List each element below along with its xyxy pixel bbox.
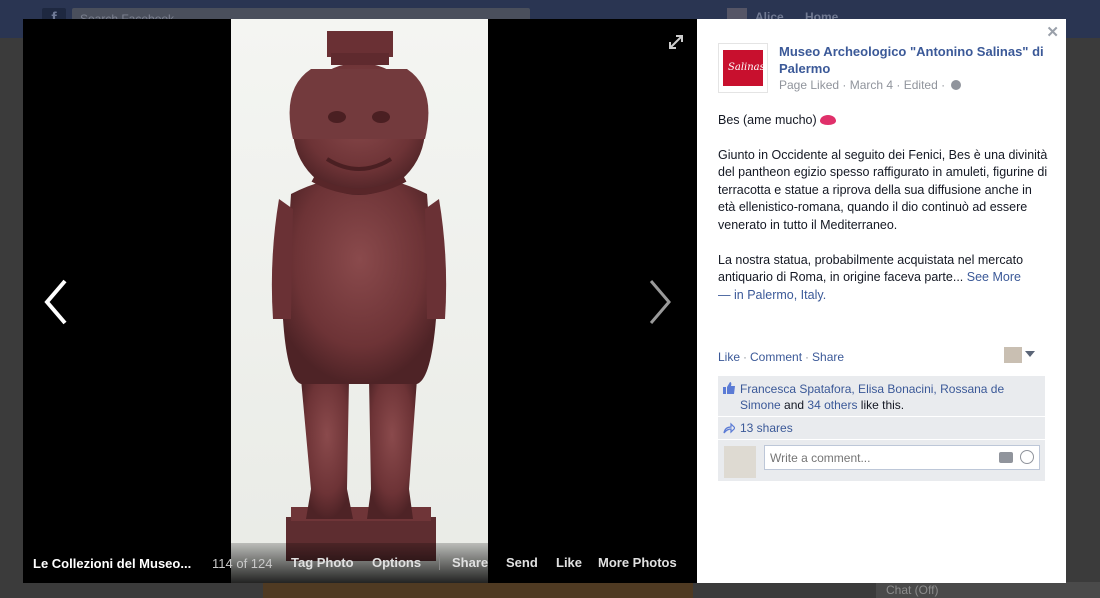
- logo-text: Salinas: [728, 62, 765, 73]
- post-paragraph-1: Giunto in Occidente al seguito dei Fenic…: [718, 147, 1048, 232]
- like-button[interactable]: Like: [556, 555, 582, 570]
- shares-count[interactable]: 13 shares: [740, 421, 793, 435]
- photo-counter: 114 of 124: [212, 556, 273, 571]
- post-actions: Like · Comment · Share: [718, 350, 845, 364]
- thumbs-up-icon: [723, 382, 735, 394]
- more-photos-button[interactable]: More Photos: [598, 555, 677, 570]
- globe-icon: [951, 80, 962, 90]
- likes-summary: Francesca Spatafora, Elisa Bonacini, Ros…: [718, 376, 1045, 416]
- like-suffix: like this.: [860, 398, 905, 412]
- expand-fullscreen-icon[interactable]: [667, 33, 685, 51]
- tag-photo-button[interactable]: Tag Photo: [291, 555, 354, 570]
- photo-bottom-bar: Le Collezioni del Museo... 114 of 124 Ta…: [23, 543, 697, 583]
- see-more-link[interactable]: See More: [967, 270, 1021, 284]
- page-liked-label: Page Liked: [779, 78, 840, 92]
- chevron-down-icon[interactable]: [1025, 351, 1035, 357]
- post-body: Bes (ame mucho) Giunto in Occidente al s…: [718, 112, 1048, 304]
- close-icon[interactable]: ✕: [1046, 23, 1059, 41]
- post-sidebar: ✕ Salinas Museo Archeologico "Antonino S…: [697, 19, 1066, 583]
- actor-avatar[interactable]: [1004, 347, 1022, 363]
- post-title-line: Bes (ame mucho): [718, 112, 1048, 130]
- edited-label[interactable]: Edited: [904, 78, 938, 92]
- lips-emoji-icon: [820, 115, 837, 125]
- commenter-avatar: [724, 446, 756, 478]
- others-link[interactable]: 34 others: [807, 398, 857, 412]
- chat-bar[interactable]: Chat (Off): [876, 582, 1100, 598]
- previous-photo-arrow-icon[interactable]: [41, 277, 71, 327]
- location-suffix: .: [822, 287, 827, 302]
- post-date-link[interactable]: March 4: [850, 78, 893, 92]
- location-prefix: — in: [718, 287, 744, 302]
- comment-link[interactable]: Comment: [750, 350, 802, 364]
- emoji-smiley-icon[interactable]: [1020, 450, 1034, 464]
- photo-stage: Le Collezioni del Museo... 114 of 124 Ta…: [23, 19, 697, 583]
- like-link[interactable]: Like: [718, 350, 740, 364]
- background-photo-strip: [263, 582, 693, 598]
- next-photo-arrow-icon[interactable]: [645, 277, 675, 327]
- album-title-link[interactable]: Le Collezioni del Museo...: [33, 556, 191, 571]
- likers-and: and: [784, 398, 805, 412]
- statue-photo[interactable]: [231, 19, 488, 583]
- divider: [439, 554, 440, 570]
- page-name-link[interactable]: Museo Archeologico "Antonino Salinas" di…: [779, 43, 1059, 77]
- post-title: Bes (ame mucho): [718, 113, 817, 127]
- share-link[interactable]: Share: [812, 350, 844, 364]
- options-button[interactable]: Options: [372, 555, 421, 570]
- send-button[interactable]: Send: [506, 555, 538, 570]
- share-arrow-icon: [723, 422, 735, 434]
- photo-viewer: Le Collezioni del Museo... 114 of 124 Ta…: [23, 19, 1066, 583]
- location-link[interactable]: Palermo, Italy: [747, 288, 823, 302]
- comment-composer: [718, 440, 1045, 481]
- post-meta: Page Liked · March 4 · Edited ·: [779, 78, 962, 92]
- bes-statue-image: [271, 31, 447, 561]
- camera-icon[interactable]: [999, 452, 1013, 463]
- page-logo[interactable]: Salinas: [718, 43, 768, 93]
- share-button[interactable]: Share: [452, 555, 488, 570]
- post-paragraph-2-container: La nostra statua, probabilmente acquista…: [718, 252, 1048, 305]
- shares-summary[interactable]: 13 shares: [718, 417, 1045, 439]
